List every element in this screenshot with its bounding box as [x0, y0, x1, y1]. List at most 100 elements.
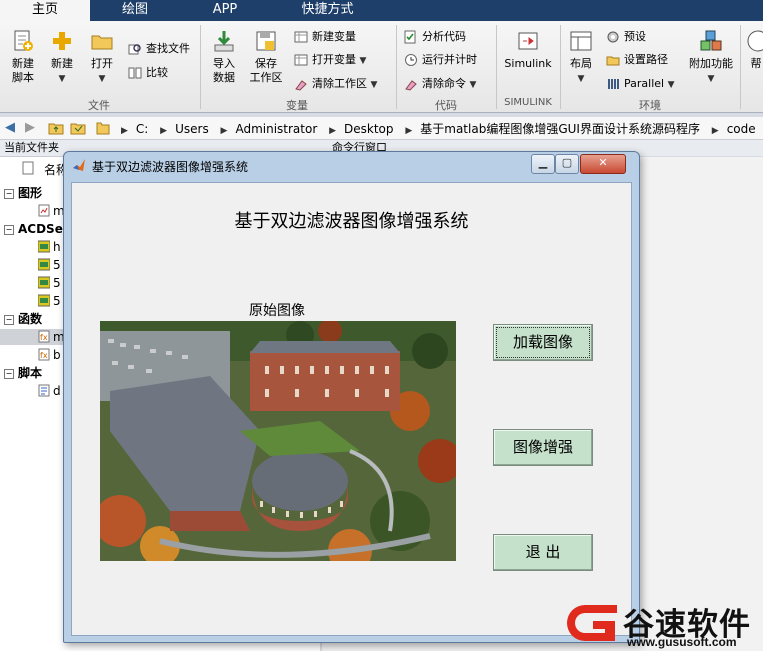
clear-commands-icon [405, 80, 417, 91]
tree-group-label: 脚本 [18, 366, 43, 380]
layout-icon [570, 31, 592, 51]
simulink-icon [518, 32, 538, 50]
save-workspace-button[interactable]: 保存 工作区 [246, 29, 286, 85]
new-button[interactable]: 新建 ▼ [44, 29, 80, 86]
list-item-label: d [53, 384, 61, 398]
group-label-file: 文件 [88, 99, 110, 112]
breadcrumb-separator-icon: ▶ [711, 126, 719, 136]
watermark-url: www.gususoft.com [627, 635, 737, 649]
open-button[interactable]: 打开 ▼ [84, 29, 120, 86]
tree-group-scripts[interactable]: − 脚本 [0, 365, 42, 381]
matlab-logo-icon [73, 159, 85, 171]
layout-label: 布局 [570, 57, 592, 70]
compare-button[interactable]: 比较 [128, 64, 168, 82]
figure-client-area: 基于双边滤波器图像增强系统 原始图像 加载图像 图像增强 退 出 [71, 182, 632, 636]
list-item[interactable]: h [38, 239, 61, 255]
tree-group-functions[interactable]: − 函数 [0, 311, 42, 327]
tab-plots[interactable]: 绘图 [90, 0, 180, 21]
parallel-dropdown-icon[interactable]: ▼ [668, 80, 675, 90]
clear-commands-button[interactable]: 清除命令 ▼ [404, 75, 476, 93]
collapse-icon[interactable]: − [4, 315, 14, 325]
list-item[interactable]: 5 [38, 293, 61, 309]
open-variable-dropdown-icon[interactable]: ▼ [360, 56, 367, 66]
open-variable-label: 打开变量 [312, 53, 356, 66]
exit-button[interactable]: 退 出 [493, 534, 593, 571]
tree-group-acdsee[interactable]: − ACDSee [0, 221, 71, 237]
figure-file-icon [38, 204, 50, 217]
collapse-icon[interactable]: − [4, 369, 14, 379]
image-label: 原始图像 [249, 303, 305, 319]
image-axes[interactable] [100, 321, 456, 561]
jpg-file-icon [38, 258, 50, 271]
new-dropdown-icon[interactable]: ▼ [59, 74, 66, 84]
list-item-label: h [53, 240, 61, 254]
tab-apps[interactable]: APP [180, 0, 270, 21]
clear-workspace-label: 清除工作区 [312, 77, 367, 90]
load-image-button[interactable]: 加载图像 [493, 324, 593, 361]
import-data-button[interactable]: 导入 数据 [206, 29, 242, 85]
new-script-icon [14, 30, 33, 51]
add-ons-button[interactable]: 附加功能 ▼ [686, 29, 736, 86]
up-folder-icon[interactable] [48, 121, 64, 135]
list-item[interactable]: d [38, 383, 61, 399]
tab-home[interactable]: 主页 [0, 0, 90, 21]
parallel-button[interactable]: Parallel ▼ [606, 75, 675, 93]
layout-button[interactable]: 布局 ▼ [564, 29, 598, 86]
run-and-time-button[interactable]: 运行并计时 [404, 51, 477, 69]
list-item[interactable]: fx b [38, 347, 61, 363]
clear-commands-dropdown-icon[interactable]: ▼ [470, 80, 477, 90]
close-icon: ✕ [598, 156, 608, 169]
ribbon-tab-bar: 主页 绘图 APP 快捷方式 [0, 0, 763, 21]
ribbon-separator [740, 25, 741, 109]
add-ons-icon [700, 30, 722, 51]
new-variable-button[interactable]: 新建变量 [294, 28, 356, 46]
breadcrumb-item[interactable]: Desktop [344, 122, 394, 136]
group-label-simulink: SIMULINK [504, 97, 552, 108]
save-workspace-icon [256, 31, 276, 51]
forward-arrow-icon[interactable]: ▶ [25, 120, 35, 135]
add-ons-dropdown-icon[interactable]: ▼ [708, 74, 715, 84]
breadcrumb-separator-icon: ▶ [160, 126, 168, 136]
list-item[interactable]: 5 [38, 257, 61, 273]
layout-dropdown-icon[interactable]: ▼ [578, 74, 585, 84]
clear-workspace-button[interactable]: 清除工作区 ▼ [294, 75, 377, 93]
import-data-label: 导入 数据 [213, 57, 235, 84]
open-variable-button[interactable]: 打开变量 ▼ [294, 51, 366, 69]
breadcrumb-item[interactable]: C: [136, 122, 148, 136]
breadcrumb-item[interactable]: Administrator [235, 122, 317, 136]
breadcrumb-item[interactable]: 基于matlab编程图像增强GUI界面设计系统源码程序 [420, 122, 700, 136]
breadcrumb-item[interactable]: Users [175, 122, 209, 136]
list-item-label: 5 [53, 276, 61, 290]
preferences-button[interactable]: 预设 [606, 28, 646, 46]
set-path-button[interactable]: 设置路径 [606, 51, 668, 69]
analyze-code-button[interactable]: 分析代码 [404, 28, 466, 46]
list-item[interactable]: 5 [38, 275, 61, 291]
tree-group-figures[interactable]: − 图形 [0, 185, 42, 201]
back-arrow-icon[interactable]: ◀ [5, 120, 15, 135]
ribbon-separator [496, 25, 497, 109]
collapse-icon[interactable]: − [4, 189, 14, 199]
gear-icon [607, 31, 619, 43]
close-button[interactable]: ✕ [580, 154, 626, 174]
new-script-button[interactable]: 新建 脚本 [6, 29, 40, 85]
ribbon: 新建 脚本 新建 ▼ 打开 ▼ 查找文件 比较 文件 导入 数据 保存 工作区 新建… [0, 21, 763, 113]
tab-shortcuts[interactable]: 快捷方式 [270, 0, 385, 21]
function-file-icon: fx [38, 330, 50, 343]
help-button[interactable]: 帮 [746, 29, 763, 71]
figure-title-bar[interactable]: 基于双边滤波器图像增强系统 ▁ ▢ ✕ [64, 152, 639, 178]
analyze-code-label: 分析代码 [422, 30, 466, 43]
new-label: 新建 [51, 57, 73, 70]
simulink-button[interactable]: Simulink [502, 29, 554, 71]
new-variable-label: 新建变量 [312, 30, 356, 43]
browse-folder-icon[interactable] [70, 121, 86, 135]
collapse-icon[interactable]: − [4, 225, 14, 235]
breadcrumb-item[interactable]: code [727, 122, 756, 136]
maximize-button[interactable]: ▢ [555, 154, 579, 174]
clear-workspace-dropdown-icon[interactable]: ▼ [371, 80, 378, 90]
open-dropdown-icon[interactable]: ▼ [99, 74, 106, 84]
minimize-button[interactable]: ▁ [531, 154, 555, 174]
find-files-button[interactable]: 查找文件 [128, 40, 190, 58]
list-item[interactable]: m [38, 203, 65, 219]
enhance-image-button[interactable]: 图像增强 [493, 429, 593, 466]
maximize-icon: ▢ [561, 156, 573, 169]
